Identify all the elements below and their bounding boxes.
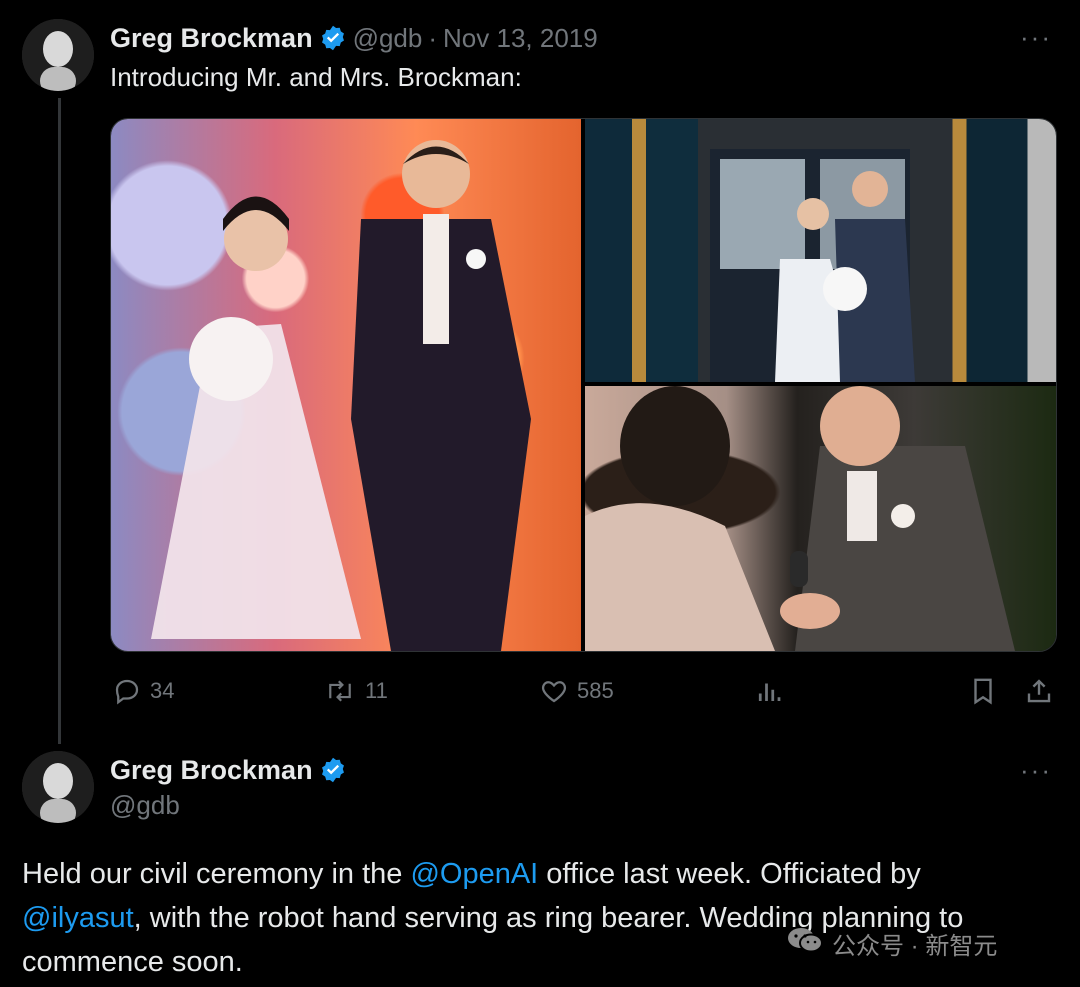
- tweet-text-segment: Held our civil ceremony in the: [22, 858, 411, 890]
- heart-icon: [539, 676, 569, 706]
- views-button[interactable]: [756, 676, 782, 706]
- photo-couple-doorway[interactable]: [585, 119, 1056, 382]
- more-options-icon[interactable]: ···: [1020, 22, 1052, 53]
- reply-button[interactable]: 34: [112, 676, 174, 706]
- bookmark-button[interactable]: [969, 676, 997, 706]
- tweet-body: Held our civil ceremony in the @OpenAI o…: [22, 852, 1062, 984]
- tweet-text-segment: commence soon.: [22, 946, 243, 978]
- share-icon: [1024, 676, 1054, 706]
- avatar[interactable]: [22, 751, 94, 823]
- bookmark-icon: [969, 676, 997, 706]
- photo-couple-flower-wall[interactable]: [111, 119, 581, 651]
- watermark: 公众号 · 新智元: [786, 925, 997, 962]
- reply-count: 34: [150, 678, 175, 703]
- author-handle[interactable]: @gdb: [353, 23, 423, 54]
- tweet-text-segment: office last week. Officiated by: [538, 858, 921, 890]
- verified-badge-icon: [319, 24, 347, 52]
- views-icon: [756, 676, 782, 706]
- tweet1-header: Greg Brockman @gdb · Nov 13, 2019: [110, 20, 598, 56]
- retweet-count: 11: [365, 678, 388, 703]
- separator-dot: ·: [428, 22, 438, 53]
- reply-icon: [112, 676, 142, 706]
- mention-link[interactable]: @ilyasut: [22, 902, 134, 934]
- photo-ring-exchange[interactable]: [585, 386, 1056, 651]
- thread-connector-line: [58, 98, 61, 744]
- like-button[interactable]: 585: [539, 676, 614, 706]
- tweet-text: Introducing Mr. and Mrs. Brockman:: [110, 62, 522, 92]
- mention-link[interactable]: @OpenAI: [410, 858, 538, 890]
- retweet-button[interactable]: 11: [323, 676, 388, 706]
- share-button[interactable]: [1024, 676, 1054, 706]
- verified-badge-icon: [319, 756, 347, 784]
- avatar[interactable]: [22, 19, 94, 91]
- author-name[interactable]: Greg Brockman: [110, 755, 313, 786]
- tweet-date[interactable]: Nov 13, 2019: [443, 23, 598, 54]
- author-name[interactable]: Greg Brockman: [110, 23, 313, 54]
- wechat-icon: [786, 925, 824, 962]
- retweet-icon: [323, 676, 357, 706]
- tweet-actions-bar: 34 11 585: [0, 672, 1080, 712]
- watermark-text: 公众号 · 新智元: [832, 933, 998, 960]
- like-count: 585: [577, 678, 614, 703]
- tweet2-header: Greg Brockman: [110, 752, 347, 788]
- media-grid[interactable]: [110, 118, 1057, 652]
- author-handle[interactable]: @gdb: [110, 790, 180, 821]
- more-options-icon[interactable]: ···: [1020, 755, 1052, 786]
